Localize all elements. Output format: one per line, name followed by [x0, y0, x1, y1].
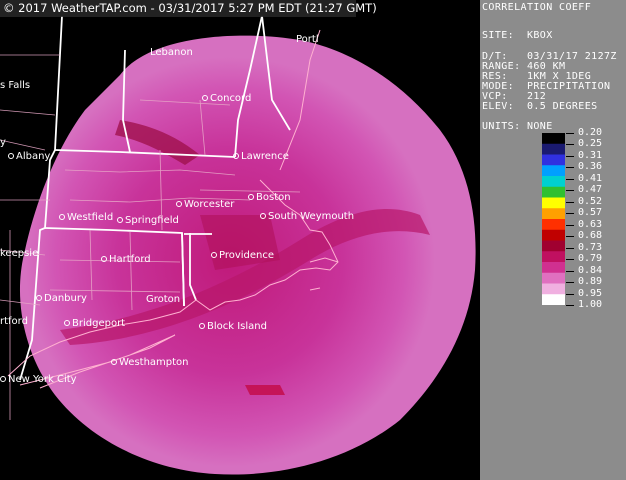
- city-marker-icon: [117, 217, 123, 223]
- legend-swatch: [542, 229, 565, 241]
- city-troy-edge: y: [0, 137, 6, 148]
- legend-tick-label: 0.95: [578, 287, 603, 299]
- legend-tick-label: 1.00: [578, 299, 603, 310]
- legend-tick-mark: [566, 178, 574, 180]
- legend-tick-mark: [566, 155, 574, 157]
- legend-tick-label: 0.79: [578, 253, 603, 265]
- legend-tick-mark: [566, 270, 574, 272]
- radar-map[interactable]: © 2017 WeatherTAP.com - 03/31/2017 5:27 …: [0, 0, 480, 480]
- city-westfield: Westfield: [59, 212, 113, 224]
- legend-tick-label: 0.31: [578, 149, 603, 161]
- legend-swatch: [542, 186, 565, 198]
- legend-tick-label: 0.36: [578, 161, 603, 173]
- legend-swatch: [542, 283, 565, 295]
- city-marker-icon: [248, 194, 254, 200]
- legend-swatch: [542, 154, 565, 166]
- city-marker-icon: [111, 359, 117, 365]
- legend-tick-mark: [566, 293, 574, 295]
- city-south-weymouth: South Weymouth: [260, 211, 354, 223]
- city-marker-icon: [202, 95, 208, 101]
- legend-tick-mark: [566, 133, 574, 134]
- city-danbury: Danbury: [36, 293, 87, 305]
- city-marker-icon: [64, 320, 70, 326]
- city-new-york-city: New York City: [0, 374, 77, 386]
- units-label: UNITS: NONE: [482, 121, 553, 132]
- city-marker-icon: [101, 256, 107, 262]
- city-marker-icon: [233, 153, 239, 159]
- legend-tick-label: 0.20: [578, 127, 603, 138]
- city-hartford: Hartford: [101, 254, 151, 266]
- legend-tick-label: 0.57: [578, 207, 603, 219]
- legend-tick-label: 0.52: [578, 195, 603, 207]
- city-marker-icon: [211, 252, 217, 258]
- city-marker-icon: [36, 295, 42, 301]
- legend-swatch: [542, 262, 565, 274]
- city-marker-icon: [199, 323, 205, 329]
- legend-swatch: [542, 176, 565, 188]
- product-title: CORRELATION COEFF: [482, 2, 592, 13]
- legend-swatch: [542, 272, 565, 284]
- legend-swatch: [542, 240, 565, 252]
- city-lawrence: Lawrence: [233, 151, 289, 163]
- legend-tick-mark: [566, 305, 574, 306]
- legend-swatch: [542, 143, 565, 155]
- city-marker-icon: [8, 153, 14, 159]
- city-albany: Albany: [8, 151, 50, 163]
- legend-tick-label: 0.47: [578, 184, 603, 196]
- city-marker-icon: [0, 376, 6, 382]
- legend-tick-label: 0.84: [578, 264, 603, 276]
- legend-tick-label: 0.89: [578, 276, 603, 288]
- legend-tick-label: 0.63: [578, 218, 603, 230]
- legend-tick-mark: [566, 213, 574, 215]
- legend-swatch: [542, 251, 565, 263]
- city-providence: Providence: [211, 250, 274, 262]
- city-glens-falls: s Falls: [0, 80, 31, 91]
- elevation-label: ELEV: 0.5 DEGREES: [482, 101, 598, 112]
- city-marker-icon: [59, 214, 65, 220]
- city-worcester: Worcester: [176, 199, 234, 211]
- legend-tick-label: 0.25: [578, 138, 603, 150]
- legend-swatch: [542, 208, 565, 220]
- legend-swatch: [542, 197, 565, 209]
- city-marker-icon: [260, 213, 266, 219]
- legend-swatch: [542, 165, 565, 177]
- city-boston: Boston: [248, 192, 291, 204]
- legend-swatch: [542, 294, 565, 305]
- legend-tick-mark: [566, 224, 574, 226]
- timestamp-banner: © 2017 WeatherTAP.com - 03/31/2017 5:27 …: [0, 0, 377, 17]
- city-concord: Concord: [202, 93, 251, 105]
- site-label: SITE: KBOX: [482, 30, 553, 41]
- city-bridgeport: Bridgeport: [64, 318, 125, 330]
- city-lebanon: Lebanon: [150, 47, 193, 58]
- low-cc-patch: [245, 385, 285, 395]
- legend-swatch: [542, 133, 565, 145]
- legend-tick-mark: [566, 190, 574, 192]
- legend-tick-mark: [566, 167, 574, 169]
- city-springfield: Springfield: [117, 215, 179, 227]
- legend-tick-label: 0.41: [578, 172, 603, 184]
- color-scale-legend: [542, 133, 565, 305]
- city-marker-icon: [176, 201, 182, 207]
- legend-tick-mark: [566, 282, 574, 284]
- city-westhampton: Westhampton: [111, 357, 189, 369]
- legend-tick-mark: [566, 201, 574, 203]
- legend-tick-mark: [566, 236, 574, 238]
- legend-tick-mark: [566, 247, 574, 249]
- legend-swatch: [542, 219, 565, 231]
- radar-canvas: [0, 15, 476, 475]
- city-block-island: Block Island: [199, 321, 267, 333]
- city-hartford-west: rtford: [0, 316, 28, 327]
- legend-tick-label: 0.73: [578, 241, 603, 253]
- legend-tick-mark: [566, 144, 574, 146]
- city-portland: Portl: [296, 34, 319, 45]
- legend-tick-mark: [566, 259, 574, 261]
- city-poughkeepsie: keepsie: [0, 248, 39, 259]
- city-groton: Groton: [146, 294, 181, 305]
- legend-tick-label: 0.68: [578, 230, 603, 242]
